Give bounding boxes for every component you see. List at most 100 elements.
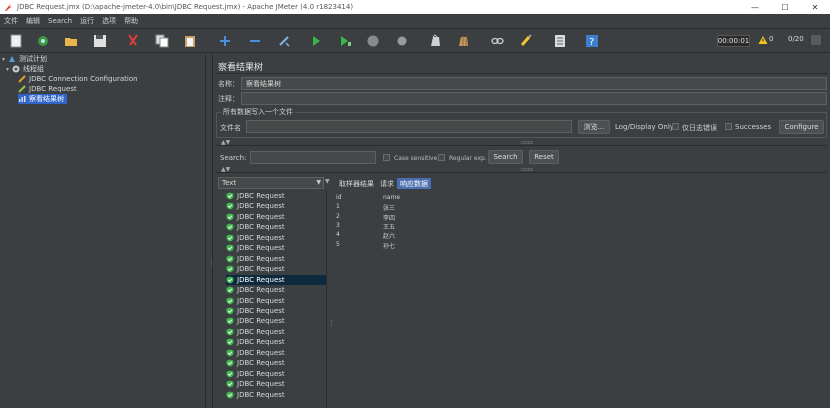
tab-sampler-result[interactable]: 取样器结果 [336, 178, 377, 189]
maximize-button[interactable]: ☐ [770, 0, 800, 14]
cut-icon[interactable] [124, 32, 142, 50]
table-row: 2 李四 [336, 213, 536, 222]
sample-result-item[interactable]: JDBC Request [226, 274, 326, 285]
sample-result-item[interactable]: JDBC Request [226, 191, 326, 201]
sample-result-item[interactable]: JDBC Request [226, 254, 326, 264]
menu-file[interactable]: 文件 [0, 16, 22, 26]
table-header-row: id name [336, 194, 536, 203]
tree-item-test-plan[interactable]: ▾ 测试计划 [2, 54, 47, 64]
sample-result-item[interactable]: JDBC Request [226, 327, 326, 337]
menu-run[interactable]: 运行 [76, 16, 98, 26]
menu-edit[interactable]: 编辑 [22, 16, 44, 26]
success-shield-icon [226, 276, 234, 284]
sample-result-item[interactable]: JDBC Request [226, 201, 326, 211]
sample-result-item[interactable]: JDBC Request [226, 358, 326, 368]
menu-help[interactable]: 帮助 [120, 16, 142, 26]
success-shield-icon [226, 265, 234, 273]
open-icon[interactable] [62, 32, 80, 50]
warning-icon[interactable] [758, 35, 768, 45]
save-icon[interactable] [91, 32, 109, 50]
configure-button[interactable]: Configure [779, 120, 824, 134]
chevron-down-icon[interactable]: ▼ [325, 178, 330, 185]
clear-icon[interactable] [426, 32, 444, 50]
tree-item-thread-group[interactable]: ▾ 线程组 [6, 64, 44, 74]
stop-icon[interactable] [364, 32, 382, 50]
test-plan-icon [9, 56, 15, 62]
case-sensitive-checkbox[interactable] [383, 154, 390, 161]
sample-result-item[interactable]: JDBC Request [226, 212, 326, 222]
table-cell: 1 [336, 203, 340, 211]
renderer-select[interactable]: Text ▼ [218, 177, 324, 189]
table-row: 3 王五 [336, 222, 536, 231]
sample-result-item[interactable]: JDBC Request [226, 390, 326, 400]
paste-icon[interactable] [181, 32, 199, 50]
sample-result-item[interactable]: JDBC Request [226, 285, 326, 295]
svg-text:?: ? [589, 37, 594, 48]
function-helper-icon[interactable] [551, 32, 569, 50]
success-shield-icon [226, 223, 234, 231]
table-cell: 4 [336, 231, 340, 239]
table-cell: 张三 [383, 205, 396, 213]
title-bar: JDBC Request.jmx (D:\apache-jmeter-4.0\b… [0, 0, 830, 14]
reset-search-icon[interactable] [517, 32, 535, 50]
divider [326, 191, 327, 408]
splitter-grip-icon[interactable]: ⋮ [328, 319, 335, 327]
sample-result-item[interactable]: JDBC Request [226, 233, 326, 243]
table-row: 5 孙七 [336, 241, 536, 250]
regex-checkbox[interactable] [438, 154, 445, 161]
expand-icon[interactable] [216, 32, 234, 50]
tree-item-jdbc-connection-configuration[interactable]: JDBC Connection Configuration [18, 74, 138, 84]
sample-result-item[interactable]: JDBC Request [226, 306, 326, 316]
collapse-icon[interactable] [246, 32, 264, 50]
window-title: JDBC Request.jmx (D:\apache-jmeter-4.0\b… [17, 3, 354, 11]
sample-result-item[interactable]: JDBC Request [226, 296, 326, 306]
table-cell: name [383, 194, 401, 201]
browse-button[interactable]: 浏览... [578, 120, 610, 134]
main-splitter[interactable]: ⋮ [205, 54, 215, 408]
tab-response-data[interactable]: 响应数据 [397, 178, 431, 189]
sample-result-item[interactable]: JDBC Request [226, 222, 326, 232]
elapsed-timer: 00:00:01 [717, 35, 750, 47]
templates-icon[interactable] [34, 32, 52, 50]
close-button[interactable]: ✕ [800, 0, 830, 14]
menu-options[interactable]: 选项 [98, 16, 120, 26]
tab-request[interactable]: 请求 [377, 178, 397, 189]
config-icon [18, 75, 26, 83]
comment-field[interactable] [241, 92, 827, 105]
success-shield-icon [226, 328, 234, 336]
success-shield-icon [226, 380, 234, 388]
menu-search[interactable]: Search [44, 17, 76, 25]
filename-field[interactable] [246, 120, 572, 133]
new-icon[interactable] [7, 32, 25, 50]
sample-result-item[interactable]: JDBC Request [226, 369, 326, 379]
help-icon[interactable]: ? [583, 32, 601, 50]
search-button[interactable]: Search [488, 150, 523, 164]
sample-result-item[interactable]: JDBC Request [226, 348, 326, 358]
sample-result-item[interactable]: JDBC Request [226, 379, 326, 389]
table-cell: 3 [336, 221, 340, 229]
jmeter-feather-icon [3, 2, 13, 12]
start-no-pause-icon[interactable] [336, 32, 354, 50]
search-icon[interactable] [488, 32, 506, 50]
minimize-button[interactable]: — [740, 0, 770, 14]
copy-icon[interactable] [153, 32, 171, 50]
sample-result-item[interactable]: JDBC Request [226, 316, 326, 326]
search-input[interactable] [250, 151, 376, 164]
tree-item-view-results-tree[interactable]: 察看结果树 [18, 94, 67, 104]
start-icon[interactable] [307, 32, 325, 50]
success-shield-icon [226, 317, 234, 325]
name-field[interactable]: 察看结果树 [241, 77, 827, 90]
errors-checkbox[interactable] [672, 123, 679, 130]
success-shield-icon [226, 349, 234, 357]
reset-button[interactable]: Reset [529, 150, 559, 164]
tree-item-jdbc-request[interactable]: JDBC Request [18, 84, 77, 94]
sample-result-item[interactable]: JDBC Request [226, 337, 326, 347]
shutdown-icon[interactable] [393, 32, 411, 50]
sample-result-item[interactable]: JDBC Request [226, 243, 326, 253]
clear-all-icon[interactable] [455, 32, 473, 50]
successes-checkbox[interactable] [725, 123, 732, 130]
log-display-label: Log/Display Only: [615, 123, 676, 131]
chevron-down-icon[interactable]: ▼ [316, 179, 321, 186]
sample-result-item[interactable]: JDBC Request [226, 264, 326, 274]
toggle-icon[interactable] [275, 32, 293, 50]
